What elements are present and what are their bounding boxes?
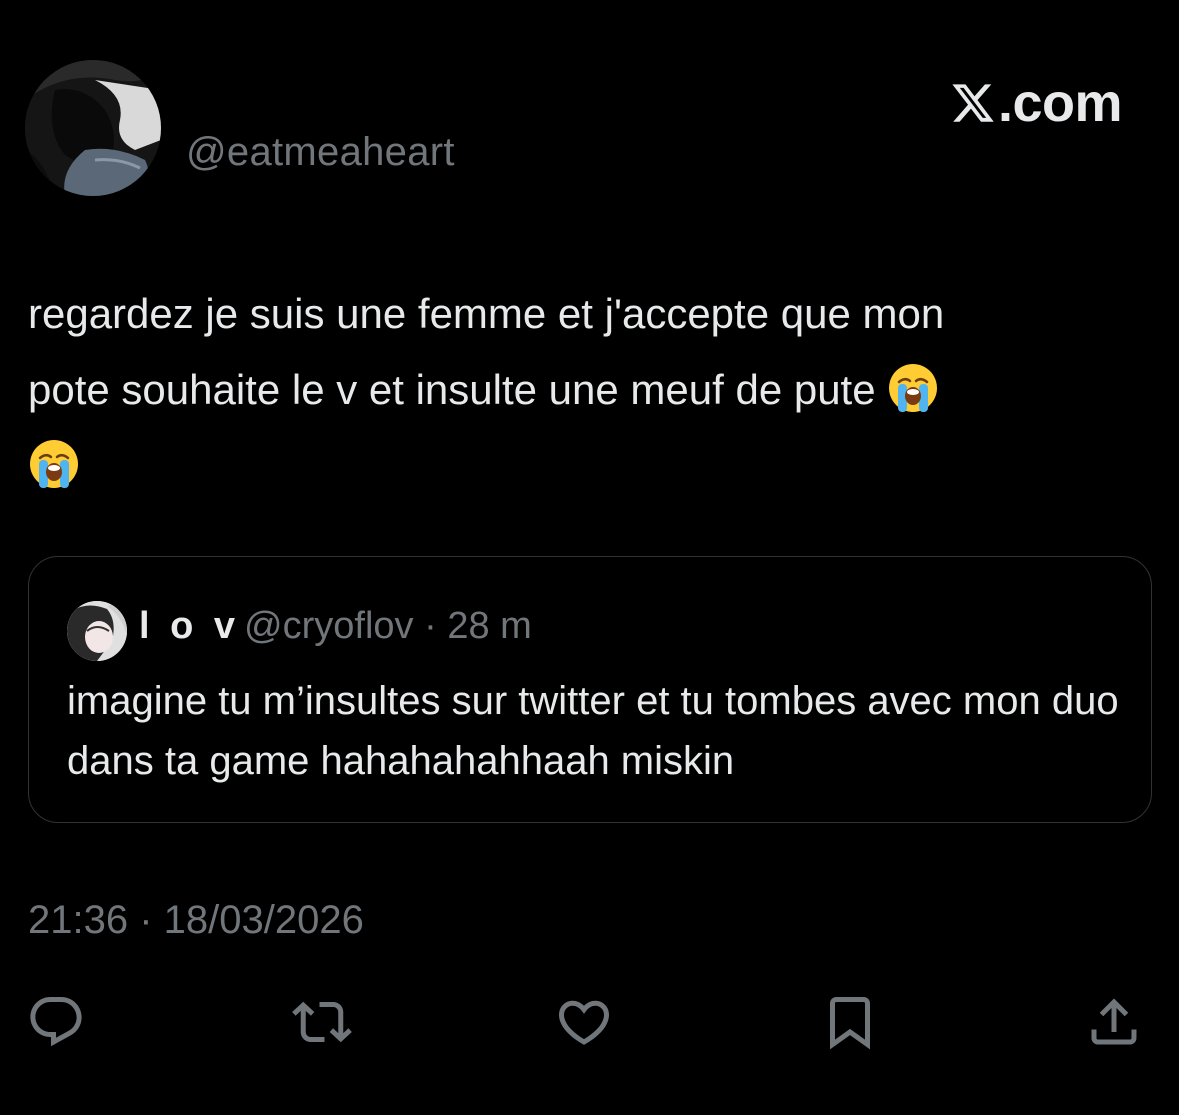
reply-button[interactable] [24,990,88,1054]
avatar-photo-icon [67,601,127,661]
x-logo-icon [952,84,994,122]
quoted-tweet-text: imagine tu m’insultes sur twitter et tu … [67,679,1119,783]
action-bar [0,990,1179,1060]
tweet-text-line-2-content: pote souhaite le v et insulte une meuf d… [28,366,876,413]
loudly-crying-face-icon [30,440,78,488]
retweet-button[interactable] [290,990,354,1054]
tweet-timestamp[interactable]: 21:36 · 18/03/2026 [28,898,364,943]
quoted-tweet-header: l o v @cryoflov · 28 m [139,605,532,648]
brand-text: .com [997,73,1123,133]
tweet-text-line-2: pote souhaite le v et insulte une meuf d… [28,352,1158,428]
reply-icon [30,997,82,1047]
heart-icon [558,1000,610,1045]
author-handle[interactable]: @eatmeaheart [186,130,455,175]
quoted-time: 28 m [447,605,532,647]
bookmark-button[interactable] [818,990,882,1054]
quoted-author-avatar[interactable] [67,601,127,661]
tweet-text: regardez je suis une femme et j'accepte … [28,276,1158,504]
loudly-crying-face-icon [889,364,938,412]
brand-watermark: .com [950,72,1123,134]
quoted-tweet-card[interactable]: l o v @cryoflov · 28 m imagine tu m’insu… [28,556,1152,823]
author-avatar[interactable] [25,60,161,196]
quoted-author-handle[interactable]: @cryoflov [244,605,414,648]
avatar-photo-icon [25,60,161,196]
tweet-screenshot: @eatmeaheart .com regardez je suis une f… [0,0,1179,1115]
share-icon [1091,998,1137,1045]
tweet-text-line-3 [28,428,1158,504]
quoted-separator: · [413,605,448,647]
quoted-author-name[interactable]: l o v [139,605,240,648]
like-button[interactable] [552,990,616,1054]
share-button[interactable] [1082,990,1146,1054]
retweet-icon [292,1001,352,1043]
tweet-text-line-1: regardez je suis une femme et j'accepte … [28,290,945,337]
bookmark-icon [830,997,870,1050]
